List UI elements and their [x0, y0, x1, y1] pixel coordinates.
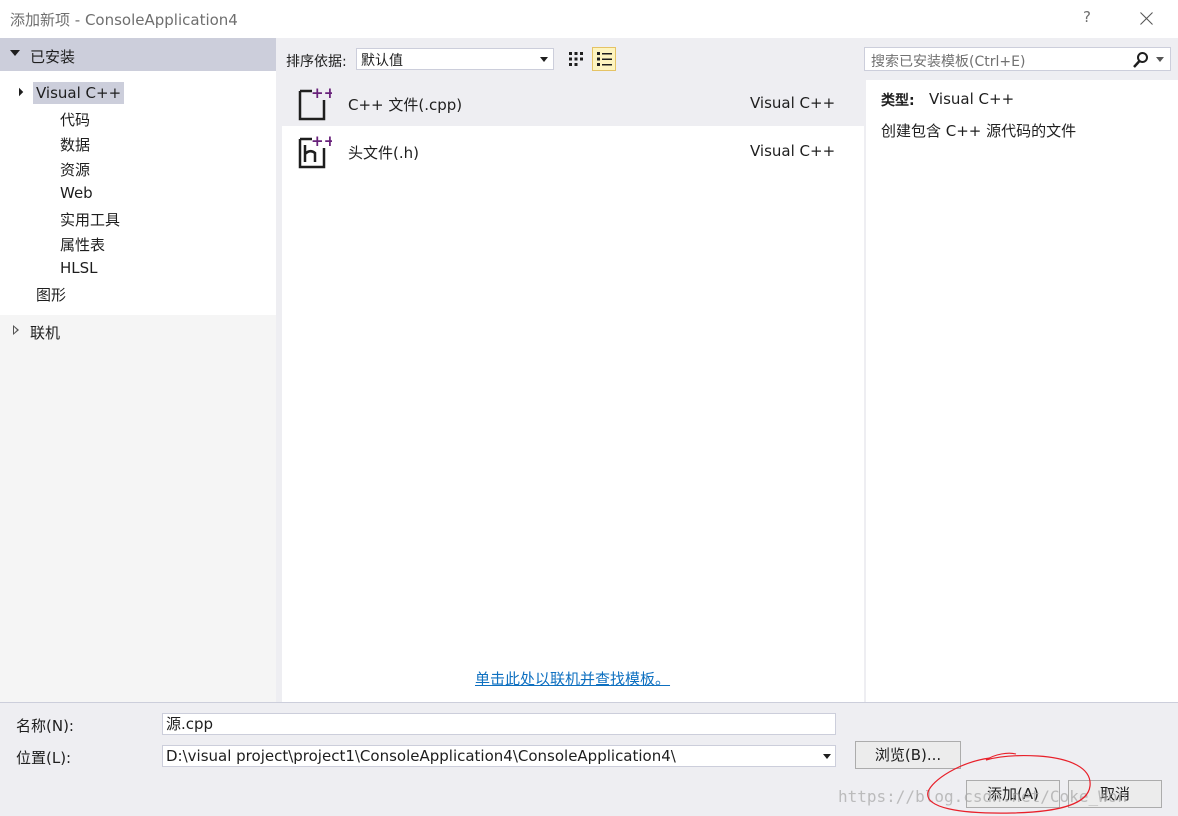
- chevron-down-icon: [823, 754, 831, 759]
- location-dropdown[interactable]: D:\visual project\project1\ConsoleApplic…: [162, 745, 836, 767]
- detail-type-key: 类型:: [881, 93, 915, 109]
- cpp-file-icon: ++: [298, 84, 332, 121]
- tree-item-graphics[interactable]: 图形: [36, 284, 66, 305]
- tree-item-data[interactable]: 数据: [60, 134, 90, 155]
- template-language: Visual C++: [750, 94, 836, 112]
- detail-description: 创建包含 C++ 源代码的文件: [881, 122, 1077, 140]
- expand-online-icon[interactable]: [13, 325, 19, 335]
- location-label: 位置(L):: [16, 749, 72, 767]
- close-icon[interactable]: [1134, 4, 1160, 32]
- template-detail-pane: 类型: Visual C++ 创建包含 C++ 源代码的文件: [866, 80, 1178, 702]
- expand-arrow-icon[interactable]: [14, 87, 24, 97]
- list-view-icon: [597, 52, 612, 66]
- search-icon[interactable]: [1132, 51, 1150, 69]
- template-category-pane: 已安装 Visual C++ 代码 数据 资源 Web 实用工具 属性表 HLS…: [0, 38, 276, 702]
- sort-value: 默认值: [361, 53, 403, 69]
- sort-label: 排序依据:: [286, 54, 347, 70]
- find-templates-online-link[interactable]: 单击此处以联机并查找模板。: [475, 668, 670, 689]
- svg-text:++: ++: [311, 132, 332, 150]
- template-list: ++ C++ 文件(.cpp) Visual C++ ++ 头文件(.h) Vi…: [282, 80, 864, 702]
- list-item[interactable]: ++ C++ 文件(.cpp) Visual C++: [282, 80, 864, 126]
- name-field[interactable]: 源.cpp: [162, 713, 836, 735]
- template-toolbar: 排序依据: 默认值 搜索已安装模板(Ctrl+E): [276, 38, 1178, 80]
- watermark: https://blog.csdn.net/Coke_Won: [838, 787, 1127, 806]
- tree-item-resource[interactable]: 资源: [60, 159, 90, 180]
- name-label: 名称(N):: [16, 717, 74, 735]
- tree-item-utility[interactable]: 实用工具: [60, 209, 120, 230]
- search-input[interactable]: 搜索已安装模板(Ctrl+E): [864, 47, 1171, 71]
- search-options-chevron-icon[interactable]: [1156, 57, 1164, 62]
- category-tree: Visual C++ 代码 数据 资源 Web 实用工具 属性表 HLSL 图形: [0, 71, 276, 315]
- title-bar: 添加新项 - ConsoleApplication4 ?: [0, 0, 1178, 38]
- grid-view-button[interactable]: [564, 47, 588, 71]
- template-name: 头文件(.h): [348, 144, 419, 162]
- name-value: 源.cpp: [166, 715, 214, 733]
- svg-text:++: ++: [311, 84, 332, 102]
- chevron-down-icon: [540, 57, 548, 62]
- add-item-form: 名称(N): 源.cpp 位置(L): D:\visual project\pr…: [0, 702, 1178, 816]
- tree-item-web[interactable]: Web: [60, 184, 93, 202]
- tree-item-online[interactable]: 联机: [30, 322, 60, 343]
- installed-label: 已安装: [30, 48, 76, 66]
- detail-type-value: Visual C++: [929, 90, 1015, 108]
- sort-dropdown[interactable]: 默认值: [356, 48, 554, 70]
- search-placeholder: 搜索已安装模板(Ctrl+E): [871, 54, 1026, 70]
- tree-item-code[interactable]: 代码: [60, 109, 90, 130]
- browse-button[interactable]: 浏览(B)...: [855, 741, 961, 769]
- location-value: D:\visual project\project1\ConsoleApplic…: [166, 747, 676, 765]
- installed-header[interactable]: 已安装: [0, 38, 276, 71]
- collapse-arrow-icon[interactable]: [10, 50, 20, 56]
- tree-item-visual-cpp[interactable]: Visual C++: [33, 82, 125, 104]
- template-name: C++ 文件(.cpp): [348, 96, 463, 114]
- window-title: 添加新项 - ConsoleApplication4: [10, 11, 238, 29]
- help-button[interactable]: ?: [1083, 8, 1091, 26]
- list-item[interactable]: ++ 头文件(.h) Visual C++: [282, 128, 864, 174]
- tree-item-hlsl[interactable]: HLSL: [60, 259, 98, 277]
- tree-item-property-sheet[interactable]: 属性表: [60, 234, 105, 255]
- list-view-button[interactable]: [592, 47, 616, 71]
- template-language: Visual C++: [750, 142, 836, 160]
- grid-view-icon: [569, 52, 583, 66]
- header-file-icon: ++: [298, 132, 332, 169]
